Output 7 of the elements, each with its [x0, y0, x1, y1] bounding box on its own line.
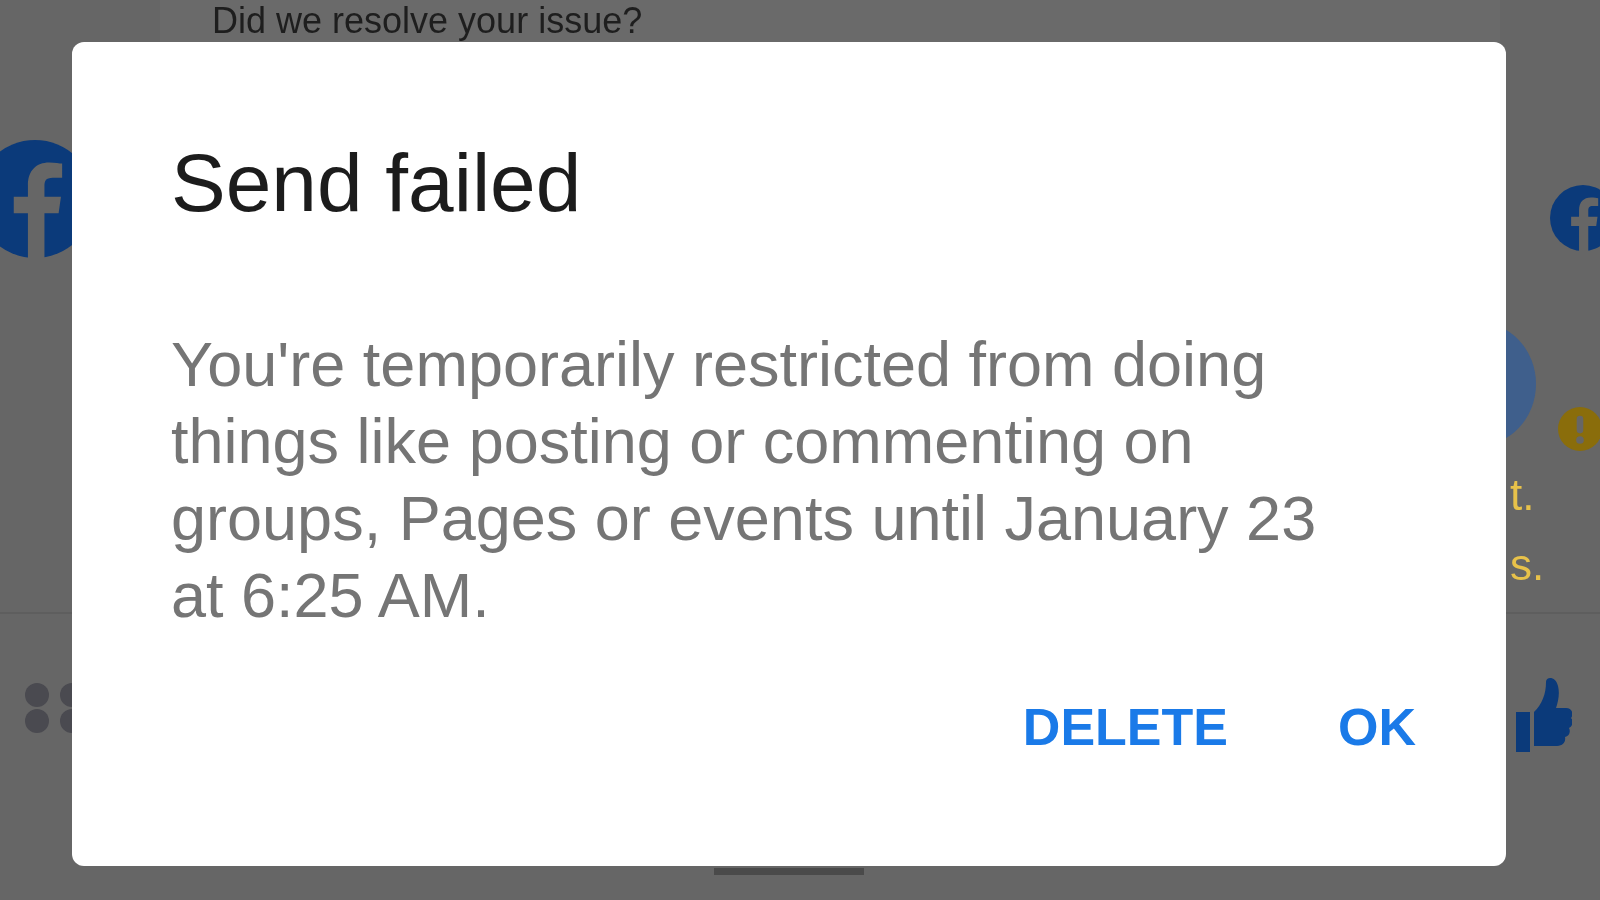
dialog-button[interactable]: DELETE	[1022, 697, 1228, 757]
notice-text: t.	[1510, 470, 1535, 520]
header-text: Did we resolve your issue?	[212, 1, 643, 41]
dialog-title: Send failed	[171, 142, 583, 224]
dialog-message: You're temporarily restricted from doing things like posting or commenting on groups, Pages or events until January 23 at 6:25 AM.	[171, 328, 1318, 632]
notice-text: s.	[1510, 540, 1545, 590]
dialog-button[interactable]: OK	[1338, 697, 1416, 757]
